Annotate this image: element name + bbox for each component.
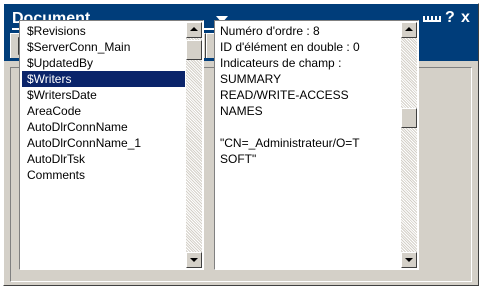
list-item[interactable]: $Writers bbox=[22, 71, 185, 87]
arrow-up-icon bbox=[190, 27, 198, 31]
info-line: ID d'élément en double : 0 bbox=[220, 40, 360, 54]
scroll-down-button[interactable] bbox=[401, 252, 417, 268]
info-line: Indicateurs de champ : bbox=[220, 56, 342, 70]
field-info-scrollbar[interactable] bbox=[401, 22, 417, 268]
info-line: Numéro d'ordre : 8 bbox=[220, 24, 320, 38]
list-item[interactable]: AreaCode bbox=[22, 103, 185, 119]
arrow-up-icon bbox=[405, 27, 413, 31]
scroll-up-button[interactable] bbox=[401, 22, 417, 38]
scroll-up-button[interactable] bbox=[186, 22, 202, 38]
info-line: NAMES bbox=[220, 104, 263, 118]
document-properties-window: Document ? x $Revisions $ServerConn_Main… bbox=[3, 3, 479, 286]
list-item[interactable]: $Revisions bbox=[22, 23, 185, 39]
info-line: SOFT" bbox=[220, 152, 257, 166]
info-line bbox=[217, 119, 400, 135]
arrow-down-icon bbox=[190, 258, 198, 262]
close-button[interactable]: x bbox=[461, 9, 470, 27]
help-button[interactable]: ? bbox=[445, 9, 455, 27]
info-line: READ/WRITE-ACCESS bbox=[220, 88, 349, 102]
list-item[interactable]: AutoDlrConnName_1 bbox=[22, 135, 185, 151]
list-item[interactable]: $WritersDate bbox=[22, 87, 185, 103]
field-list-items: $Revisions $ServerConn_Main $UpdatedBy $Wri… bbox=[22, 23, 185, 183]
list-item[interactable]: AutoDlrConnName bbox=[22, 119, 185, 135]
list-item[interactable]: AutoDlrTsk bbox=[22, 151, 185, 167]
scroll-down-button[interactable] bbox=[186, 252, 202, 268]
field-info-text: Numéro d'ordre : 8 ID d'élément en double… bbox=[217, 23, 400, 167]
arrow-down-icon bbox=[405, 258, 413, 262]
scroll-thumb[interactable] bbox=[186, 40, 202, 60]
list-item[interactable]: $ServerConn_Main bbox=[22, 39, 185, 55]
field-list-scrollbar[interactable] bbox=[186, 22, 202, 268]
info-line: SUMMARY bbox=[220, 72, 282, 86]
collapse-button[interactable] bbox=[423, 16, 441, 22]
field-info-box[interactable]: Numéro d'ordre : 8 ID d'élément en double… bbox=[214, 20, 419, 270]
list-item[interactable]: Comments bbox=[22, 167, 185, 183]
field-list[interactable]: $Revisions $ServerConn_Main $UpdatedBy $Wri… bbox=[19, 20, 204, 270]
info-line: "CN=_Administrateur/O=T bbox=[220, 136, 360, 150]
list-item[interactable]: $UpdatedBy bbox=[22, 55, 185, 71]
scroll-thumb[interactable] bbox=[401, 108, 417, 128]
